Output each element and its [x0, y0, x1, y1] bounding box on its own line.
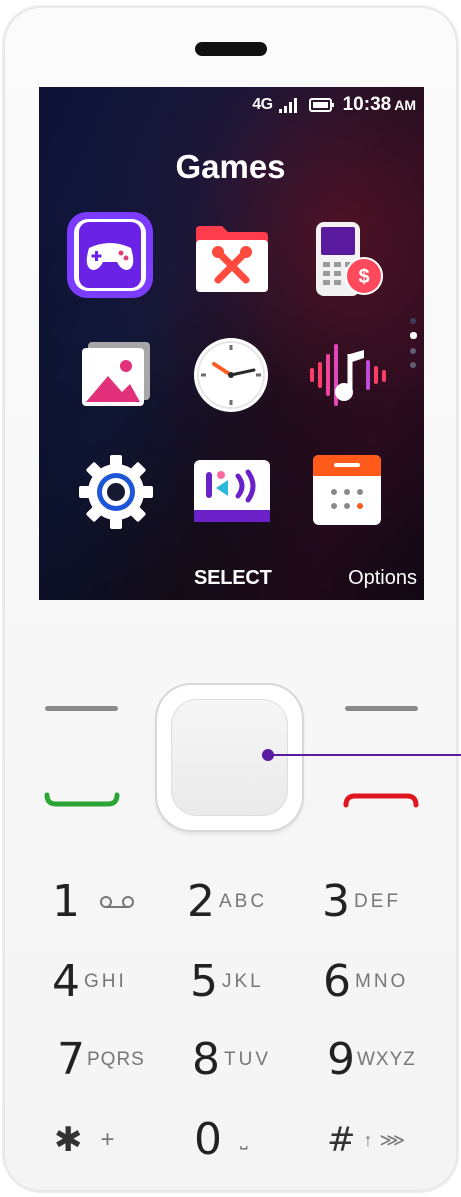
music-icon	[310, 344, 386, 406]
app-games[interactable]	[67, 212, 153, 298]
app-clock[interactable]	[192, 336, 272, 416]
clock-icon	[194, 338, 268, 412]
signal-icon	[278, 98, 297, 113]
app-music[interactable]	[308, 340, 388, 420]
network-type: 4G	[252, 96, 273, 113]
key-3[interactable]: 3 DEF	[322, 872, 461, 932]
phone-wallet-icon: $	[316, 222, 383, 296]
clock-ampm: AM	[394, 97, 416, 113]
app-wallet[interactable]: $	[314, 220, 394, 300]
softkey-right-label: Options	[348, 567, 417, 589]
app-gallery[interactable]	[78, 340, 158, 420]
key-0[interactable]: 0 ⎵	[194, 1110, 334, 1170]
games-icon	[67, 212, 153, 298]
svg-text:$: $	[358, 266, 369, 288]
gallery-icon	[82, 342, 150, 406]
screen-title: Games	[175, 148, 286, 185]
end-call-key-icon[interactable]	[343, 792, 419, 808]
key-6[interactable]: 6 MNO	[323, 952, 461, 1012]
softkey-center-label: SELECT	[194, 567, 272, 589]
app-settings[interactable]	[78, 454, 158, 534]
app-tools[interactable]	[192, 222, 272, 302]
tools-icon	[196, 226, 268, 292]
dpad-outer[interactable]	[157, 685, 302, 830]
earpiece-speaker	[195, 42, 267, 56]
kai-store-icon	[194, 460, 270, 522]
call-key-icon[interactable]	[44, 792, 120, 808]
calendar-icon	[313, 455, 381, 525]
callout-line	[268, 754, 461, 756]
voicemail-icon	[100, 896, 134, 908]
settings-icon	[79, 455, 153, 529]
app-store[interactable]	[192, 458, 272, 538]
key-star[interactable]: ✱ +	[54, 1110, 194, 1170]
key-1[interactable]: 1	[52, 872, 192, 932]
right-softkey[interactable]	[345, 706, 418, 711]
battery-icon	[308, 98, 334, 112]
key-9[interactable]: 9 WXYZ	[327, 1030, 461, 1090]
key-2[interactable]: 2 ABC	[187, 872, 327, 932]
left-softkey[interactable]	[45, 706, 118, 711]
key-4[interactable]: 4 GHI	[52, 952, 192, 1012]
callout-dot	[262, 749, 274, 761]
key-5[interactable]: 5 JKL	[190, 952, 330, 1012]
key-hash[interactable]: # ↑ ⋙	[327, 1110, 461, 1170]
clock-time: 10:38	[342, 94, 392, 115]
key-8[interactable]: 8 TUV	[192, 1030, 332, 1090]
status-bar: 4G 10:38 AM	[252, 92, 416, 118]
key-7[interactable]: 7 PQRS	[57, 1030, 197, 1090]
app-calendar[interactable]	[312, 454, 392, 534]
